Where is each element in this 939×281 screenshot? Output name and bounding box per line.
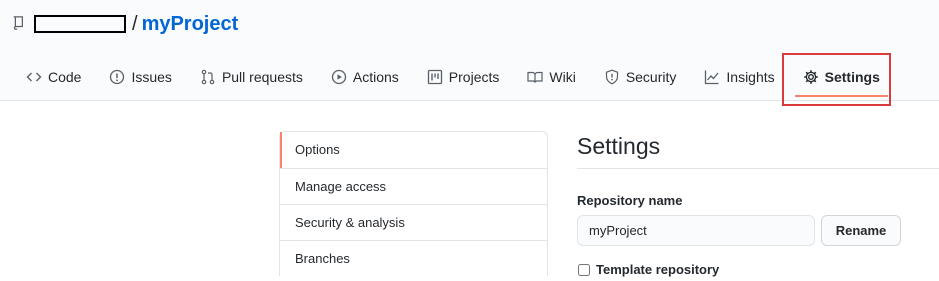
repo-nav-tabs: Code Issues Pull requests Actions Projec… — [12, 55, 894, 99]
tab-label: Security — [625, 69, 677, 85]
tab-wiki[interactable]: Wiki — [513, 55, 589, 99]
project-icon — [427, 69, 442, 85]
play-icon — [331, 69, 347, 85]
sidebar-item-options[interactable]: Options — [280, 132, 547, 168]
book-icon — [527, 71, 543, 83]
code-icon — [26, 72, 42, 82]
tab-label: Code — [48, 69, 82, 85]
tab-projects[interactable]: Projects — [413, 55, 514, 99]
tab-insights[interactable]: Insights — [690, 55, 788, 99]
tab-issues[interactable]: Issues — [95, 55, 185, 99]
repo-name-link[interactable]: myProject — [142, 13, 239, 36]
issue-opened-icon — [110, 69, 125, 85]
template-repository-checkbox[interactable] — [578, 263, 590, 276]
tab-label: Actions — [352, 69, 399, 85]
sidebar-item-security-analysis[interactable]: Security & analysis — [280, 204, 547, 240]
tab-code[interactable]: Code — [12, 55, 95, 99]
rename-button[interactable]: Rename — [821, 215, 901, 246]
repo-icon — [12, 16, 26, 32]
owner-name[interactable] — [34, 15, 126, 33]
tab-label: Pull requests — [221, 69, 303, 85]
repository-name-label: Repository name — [577, 193, 683, 208]
tab-label: Wiki — [549, 69, 576, 85]
git-pull-request-icon — [201, 69, 215, 85]
shield-icon — [605, 69, 618, 85]
tab-label: Issues — [131, 69, 172, 85]
template-repository-option: Template repository — [577, 262, 719, 277]
repo-title: / myProject — [12, 10, 238, 38]
tab-security[interactable]: Security — [590, 55, 691, 99]
settings-sidebar: Options Manage access Security & analysi… — [279, 131, 548, 276]
graph-icon — [705, 70, 719, 85]
tab-label: Projects — [448, 69, 500, 85]
template-repository-label: Template repository — [596, 262, 720, 277]
tab-actions[interactable]: Actions — [317, 55, 413, 99]
path-separator: / — [132, 12, 138, 35]
tab-label: Insights — [726, 69, 775, 85]
settings-tab-highlight — [782, 53, 891, 106]
tab-pull-requests[interactable]: Pull requests — [186, 55, 317, 99]
repository-name-input[interactable] — [577, 215, 815, 246]
page-title: Settings — [577, 133, 939, 169]
sidebar-item-branches[interactable]: Branches — [280, 240, 547, 276]
sidebar-item-manage-access[interactable]: Manage access — [280, 168, 547, 204]
